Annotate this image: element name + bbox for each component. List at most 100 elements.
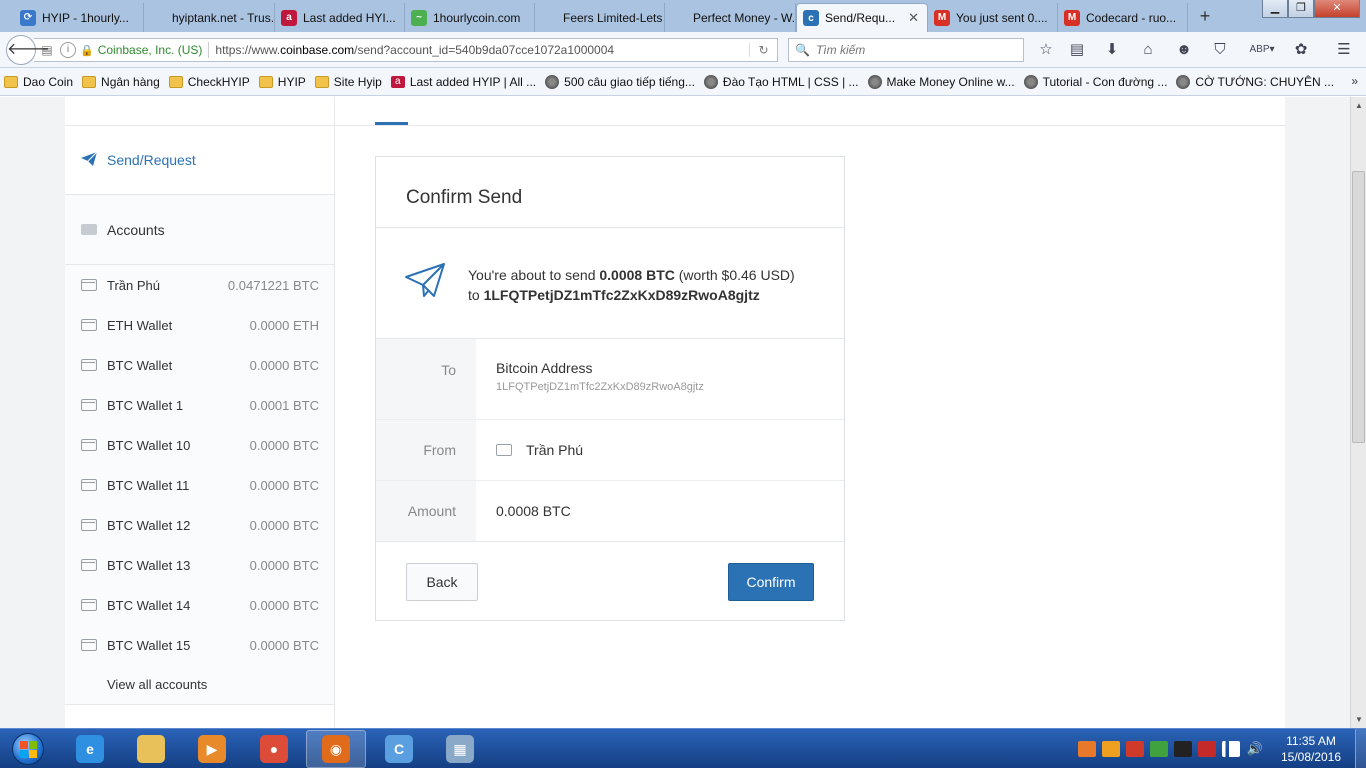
account-row[interactable]: BTC Wallet 12 0.0000 BTC xyxy=(65,505,334,545)
url-bar[interactable]: ▤ i 🔒 Coinbase, Inc. (US) https://www.co… xyxy=(34,38,778,62)
tray-shield-icon[interactable] xyxy=(1126,741,1144,757)
window-close-button[interactable]: ✕ xyxy=(1314,0,1360,18)
vertical-scrollbar[interactable]: ▲ ▼ xyxy=(1350,97,1366,728)
back-button[interactable]: 🡐 xyxy=(6,35,50,65)
tab-7[interactable]: M You just sent 0.... xyxy=(928,3,1058,32)
adblock-icon[interactable]: ABP▾ xyxy=(1246,40,1278,60)
tray-app-icon[interactable] xyxy=(1078,741,1096,757)
menu-icon[interactable]: ☰ xyxy=(1333,40,1355,60)
scroll-down-icon[interactable]: ▼ xyxy=(1351,711,1366,728)
reload-icon[interactable]: ↻ xyxy=(749,43,777,57)
new-tab-button[interactable]: + xyxy=(1193,5,1217,27)
taskbar-app-button[interactable]: ● xyxy=(244,730,304,768)
url-text[interactable]: https://www.coinbase.com/send?account_id… xyxy=(215,43,749,57)
bookmark-item[interactable]: 500 câu giao tiếp tiếng... xyxy=(545,74,695,89)
search-input[interactable] xyxy=(815,43,1006,57)
tab-1[interactable]: hyiptank.net - Trus... xyxy=(144,3,275,32)
tab-close-icon[interactable]: ✕ xyxy=(908,10,919,26)
bookmark-item[interactable]: Make Money Online w... xyxy=(867,74,1015,89)
account-row[interactable]: BTC Wallet 13 0.0000 BTC xyxy=(65,545,334,585)
account-balance: 0.0001 BTC xyxy=(249,397,319,413)
bookmark-item[interactable]: Đào Tạo HTML | CSS | ... xyxy=(703,74,859,89)
account-row[interactable]: BTC Wallet 15 0.0000 BTC xyxy=(65,625,334,665)
scroll-up-icon[interactable]: ▲ xyxy=(1351,97,1366,114)
from-row: From Trần Phú xyxy=(376,420,844,481)
star-icon[interactable]: ☆ xyxy=(1035,40,1057,60)
scrollbar-thumb[interactable] xyxy=(1352,171,1365,443)
tray-flag-icon[interactable] xyxy=(1198,741,1216,757)
bookmark-item[interactable]: CheckHYIP xyxy=(168,75,250,89)
start-button[interactable] xyxy=(2,730,54,768)
info-icon[interactable]: i xyxy=(60,42,76,58)
confirm-button[interactable]: Confirm xyxy=(728,563,814,601)
bookmarks-container: Dao Coin Ngân hàng CheckHYIP HYIP Site Hyip a… xyxy=(4,74,1343,89)
account-row[interactable]: BTC Wallet 14 0.0000 BTC xyxy=(65,585,334,625)
tab-0[interactable]: ⟳ HYIP - 1hourly... xyxy=(14,3,144,32)
explorer-icon xyxy=(137,735,165,763)
account-row[interactable]: BTC Wallet 11 0.0000 BTC xyxy=(65,465,334,505)
globe-icon xyxy=(545,74,560,89)
tray-audio-app-icon[interactable] xyxy=(1102,741,1120,757)
bookmark-item[interactable]: Site Hyip xyxy=(314,74,382,89)
home-icon[interactable]: ⌂ xyxy=(1137,40,1159,60)
bookmark-item[interactable]: Dao Coin xyxy=(4,75,73,89)
taskbar-app-button[interactable]: ▦ xyxy=(430,730,490,768)
account-name: BTC Wallet 15 xyxy=(107,637,191,653)
tab-divider xyxy=(335,125,1285,126)
account-row[interactable]: BTC Wallet 10 0.0000 BTC xyxy=(65,425,334,465)
minimize-button[interactable]: ▁ xyxy=(1262,0,1288,18)
ie-icon: e xyxy=(76,735,104,763)
chat-icon[interactable]: ☻ xyxy=(1173,40,1195,60)
taskbar-app-button[interactable]: ▶ xyxy=(182,730,242,768)
bookmarks-overflow-icon[interactable]: » xyxy=(1351,74,1358,88)
extension-icon[interactable]: ✿ xyxy=(1290,40,1312,60)
account-row[interactable]: BTC Wallet 1 0.0001 BTC xyxy=(65,385,334,425)
search-box[interactable]: 🔍 xyxy=(788,38,1024,62)
back-button[interactable]: Back xyxy=(406,563,478,601)
tab-2[interactable]: a Last added HYI... xyxy=(275,3,405,32)
bookmark-item[interactable]: a Last added HYIP | All ... xyxy=(390,75,536,89)
account-row[interactable]: BTC Wallet 0.0000 BTC xyxy=(65,345,334,385)
clock[interactable]: 11:35 AM 15/08/2016 xyxy=(1272,733,1350,765)
tab-5[interactable]: Perfect Money - W... xyxy=(665,3,796,32)
pocket-icon[interactable]: ⛉ xyxy=(1209,40,1231,60)
tab-4[interactable]: Feers Limited-Lets ... xyxy=(535,3,665,32)
view-all-accounts-link[interactable]: View all accounts xyxy=(65,665,334,705)
restore-button[interactable]: ❐ xyxy=(1288,0,1314,18)
account-row[interactable]: Trần Phú 0.0471221 BTC xyxy=(65,265,334,305)
reading-list-icon[interactable]: ▤ xyxy=(1066,40,1088,60)
chrome-icon: ● xyxy=(260,735,288,763)
windows-logo-icon xyxy=(12,733,44,765)
volume-icon[interactable]: 🔊 xyxy=(1246,741,1264,757)
taskbar-app-button[interactable] xyxy=(121,730,181,768)
taskbar-app-button[interactable]: e xyxy=(60,730,120,768)
folder-icon xyxy=(4,75,18,88)
system-tray: 🔊 xyxy=(1078,729,1270,768)
favicon-icon xyxy=(541,9,557,26)
bookmark-item[interactable]: HYIP xyxy=(258,74,306,89)
bookmark-item[interactable]: Tutorial - Con đường ... xyxy=(1023,74,1168,89)
confirm-send-card: Confirm Send You're about to send 0.0008… xyxy=(375,156,845,621)
tray-network-app-icon[interactable] xyxy=(1150,741,1168,757)
folder-icon xyxy=(258,75,273,88)
tray-monitor-icon[interactable] xyxy=(1174,741,1192,757)
bookmark-item[interactable]: CỜ TƯỚNG: CHUYÊN ... xyxy=(1176,74,1334,89)
tab-3[interactable]: ~1hourlycoin.com xyxy=(405,3,535,32)
tab-6[interactable]: c Send/Requ... ✕ xyxy=(796,3,928,32)
site-identity[interactable]: Coinbase, Inc. (US) xyxy=(98,43,203,57)
signal-icon[interactable] xyxy=(1222,741,1240,757)
account-row[interactable]: ETH Wallet 0.0000 ETH xyxy=(65,305,334,345)
sidebar-item-accounts[interactable]: Accounts xyxy=(65,195,334,265)
bookmark-label: HYIP xyxy=(277,74,306,89)
windows-taskbar: e ▶ ● ◉ C ▦ 🔊 11:35 AM 15/08/2016 xyxy=(0,728,1366,768)
download-icon[interactable]: ⬇ xyxy=(1101,40,1123,60)
taskbar-app-button[interactable]: C xyxy=(369,730,429,768)
bookmark-label: Site Hyip xyxy=(333,74,382,89)
tab-8[interactable]: M Codecard - ruo... xyxy=(1058,3,1188,32)
sidebar-item-send-request[interactable]: Send/Request xyxy=(65,125,334,195)
bookmark-item[interactable]: Ngân hàng xyxy=(82,75,160,89)
account-name: BTC Wallet 10 xyxy=(107,437,191,453)
bookmark-label: Tutorial - Con đường ... xyxy=(1042,74,1168,89)
taskbar-app-button[interactable]: ◉ xyxy=(306,730,366,768)
show-desktop-button[interactable] xyxy=(1355,729,1366,768)
